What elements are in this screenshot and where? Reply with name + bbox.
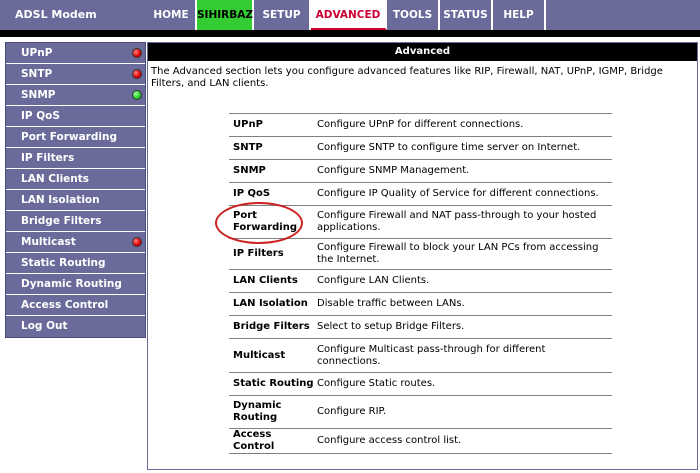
table-row: SNMP Configure SNMP Management. — [229, 159, 612, 183]
feature-name: IP QoS — [229, 182, 315, 206]
tab-status[interactable]: STATUS — [440, 0, 493, 30]
sidebar-item-label: SNMP — [21, 89, 56, 101]
sidebar-item-port-forwarding[interactable]: Port Forwarding — [6, 127, 145, 148]
feature-description: Configure LAN Clients. — [315, 269, 612, 293]
sidebar-item-static-routing[interactable]: Static Routing — [6, 253, 145, 274]
table-row: Multicast Configure Multicast pass-throug… — [229, 338, 612, 373]
sidebar-menu: UPnP SNTP SNMP IP QoS Port Forwarding IP Filt… — [5, 42, 146, 338]
advanced-panel: Advanced The Advanced section lets you c… — [147, 42, 698, 470]
feature-description: Disable traffic between LANs. — [315, 292, 612, 316]
tab-advanced[interactable]: ADVANCED — [311, 0, 387, 30]
table-row: IP Filters Configure Firewall to block yo… — [229, 238, 612, 270]
feature-name: Multicast — [229, 338, 315, 373]
table-row: Static Routing Configure Static routes. — [229, 372, 612, 396]
sidebar-item-label: Dynamic Routing — [21, 278, 122, 290]
table-row: SNTP Configure SNTP to configure time ser… — [229, 136, 612, 160]
feature-description: Configure UPnP for different connections… — [315, 113, 612, 137]
sidebar-item-lan-isolation[interactable]: LAN Isolation — [6, 190, 145, 211]
sidebar-item-ip-qos[interactable]: IP QoS — [6, 106, 145, 127]
sidebar-item-label: Port Forwarding — [21, 131, 117, 143]
table-row: LAN Clients Configure LAN Clients. — [229, 269, 612, 293]
feature-description: Configure SNTP to configure time server … — [315, 136, 612, 160]
table-row: Access Control Configure access control l… — [229, 428, 612, 454]
tab-setup[interactable]: SETUP — [254, 0, 311, 30]
sidebar-item-log-out[interactable]: Log Out — [6, 316, 145, 337]
table-row: UPnP Configure UPnP for different connect… — [229, 113, 612, 137]
feature-name: UPnP — [229, 113, 315, 137]
page-title: Advanced — [148, 43, 697, 61]
feature-name: Static Routing — [229, 372, 315, 396]
sidebar-item-access-control[interactable]: Access Control — [6, 295, 145, 316]
feature-description: Configure Multicast pass-through for dif… — [315, 338, 612, 373]
feature-name: SNMP — [229, 159, 315, 183]
sidebar-item-dynamic-routing[interactable]: Dynamic Routing — [6, 274, 145, 295]
sidebar-item-label: Static Routing — [21, 257, 106, 269]
tab-home[interactable]: HOME — [147, 0, 197, 30]
sidebar-item-sntp[interactable]: SNTP — [6, 64, 145, 85]
feature-description: Configure RIP. — [315, 395, 612, 429]
tab-tools[interactable]: TOOLS — [387, 0, 440, 30]
feature-description: Configure Static routes. — [315, 372, 612, 396]
sidebar-item-upnp[interactable]: UPnP — [6, 43, 145, 64]
top-navigation: HOME SIHIRBAZ SETUP ADVANCED TOOLS STATUS HELP — [147, 0, 700, 30]
red-status-dot-icon — [132, 48, 142, 58]
red-status-dot-icon — [132, 237, 142, 247]
tab-help[interactable]: HELP — [493, 0, 546, 30]
feature-table: UPnP Configure UPnP for different connect… — [229, 113, 612, 454]
sidebar-item-ip-filters[interactable]: IP Filters — [6, 148, 145, 169]
table-row: Port Forwarding Configure Firewall and NA… — [229, 205, 612, 239]
sidebar-item-label: Bridge Filters — [21, 215, 102, 227]
feature-description: Configure Firewall to block your LAN PCs… — [315, 238, 612, 270]
sidebar-item-label: LAN Clients — [21, 173, 90, 185]
feature-name: Dynamic Routing — [229, 395, 315, 429]
sidebar-item-label: IP Filters — [21, 152, 75, 164]
feature-name: LAN Isolation — [229, 292, 315, 316]
sidebar-item-label: Access Control — [21, 299, 109, 311]
sidebar-item-label: UPnP — [21, 47, 53, 59]
sidebar-item-label: IP QoS — [21, 110, 60, 122]
red-status-dot-icon — [132, 69, 142, 79]
feature-name: Bridge Filters — [229, 315, 315, 339]
feature-description: Configure SNMP Management. — [315, 159, 612, 183]
sidebar-item-snmp[interactable]: SNMP — [6, 85, 145, 106]
feature-name: Access Control — [229, 428, 315, 454]
sidebar-item-label: SNTP — [21, 68, 53, 80]
feature-name: LAN Clients — [229, 269, 315, 293]
sidebar-item-label: LAN Isolation — [21, 194, 100, 206]
feature-name: SNTP — [229, 136, 315, 160]
feature-description: Configure access control list. — [315, 428, 612, 454]
sidebar-item-multicast[interactable]: Multicast — [6, 232, 145, 253]
feature-name: IP Filters — [229, 238, 315, 270]
intro-text: The Advanced section lets you configure … — [151, 66, 663, 89]
sidebar-item-label: Log Out — [21, 320, 68, 332]
header-divider — [0, 30, 700, 37]
green-status-dot-icon — [132, 90, 142, 100]
feature-name: Port Forwarding — [229, 205, 315, 239]
app-title: ADSL Modem — [0, 0, 147, 30]
sidebar-item-label: Multicast — [21, 236, 76, 248]
table-row: Dynamic Routing Configure RIP. — [229, 395, 612, 429]
sidebar-item-bridge-filters[interactable]: Bridge Filters — [6, 211, 145, 232]
table-row: IP QoS Configure IP Quality of Service fo… — [229, 182, 612, 206]
sidebar-item-lan-clients[interactable]: LAN Clients — [6, 169, 145, 190]
feature-description: Configure Firewall and NAT pass-through … — [315, 205, 612, 239]
table-row: LAN Isolation Disable traffic between LAN… — [229, 292, 612, 316]
feature-description: Select to setup Bridge Filters. — [315, 315, 612, 339]
feature-description: Configure IP Quality of Service for diff… — [315, 182, 612, 206]
table-row: Bridge Filters Select to setup Bridge Fil… — [229, 315, 612, 339]
tab-sihirbaz[interactable]: SIHIRBAZ — [197, 0, 254, 30]
